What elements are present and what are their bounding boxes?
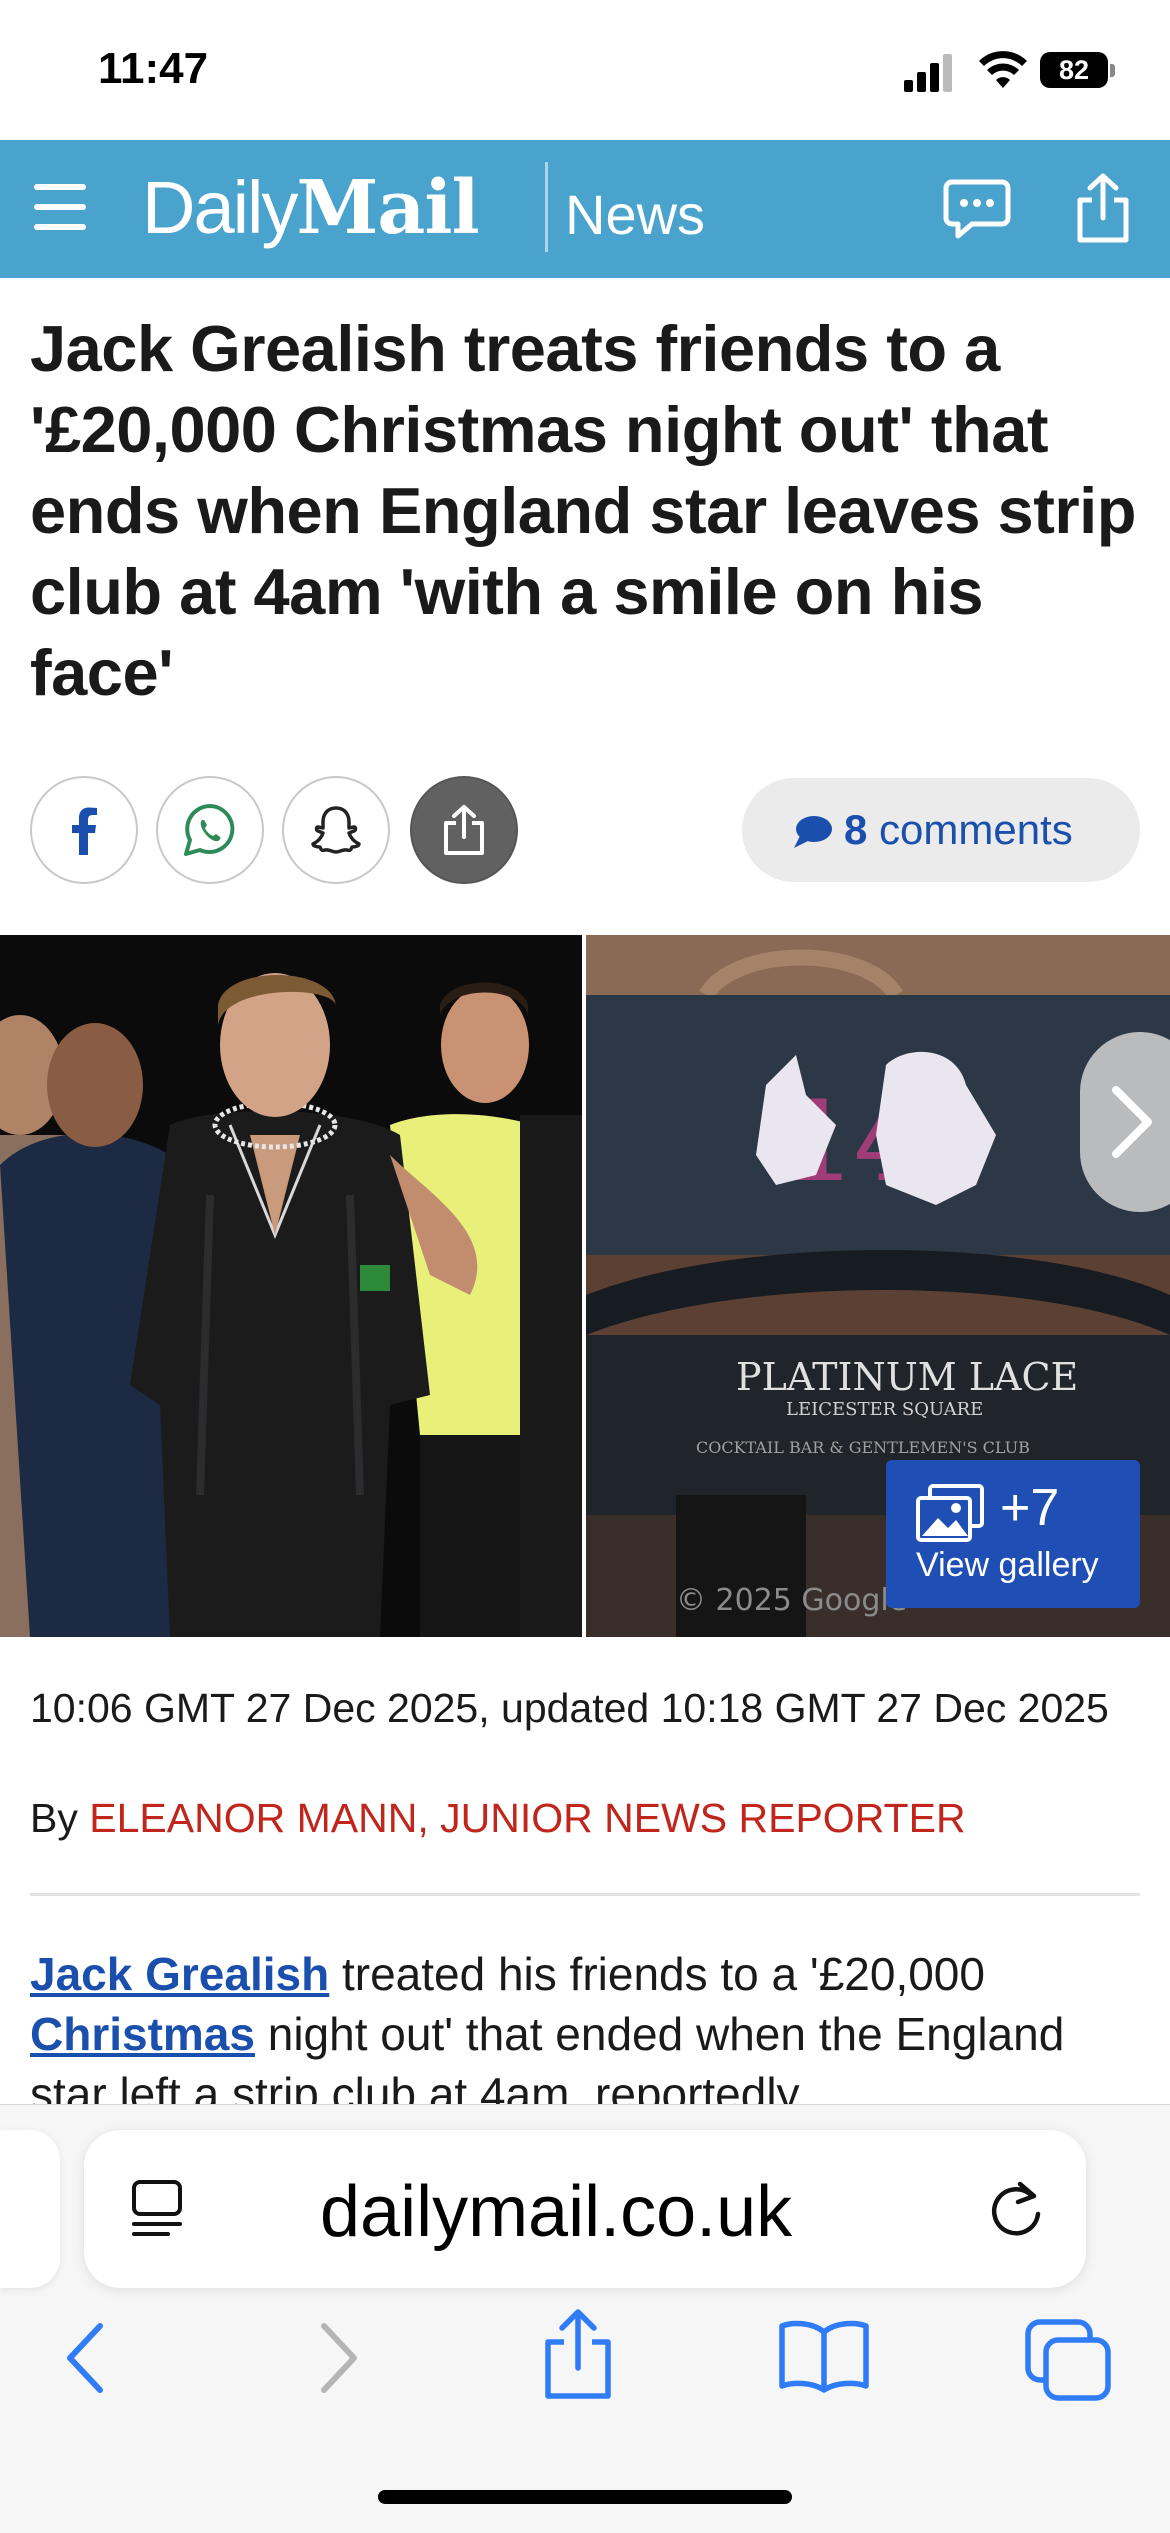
whatsapp-share-button[interactable]: [156, 776, 264, 884]
home-indicator[interactable]: [378, 2490, 792, 2504]
bookmarks-book-icon[interactable]: [776, 2318, 872, 2394]
gallery-label: View gallery: [916, 1546, 1099, 1584]
gallery-next-button[interactable]: [1080, 1032, 1170, 1212]
facebook-icon: [72, 807, 97, 855]
forward-arrow-icon[interactable]: [314, 2318, 362, 2398]
share-icon[interactable]: [540, 2306, 616, 2402]
url-text[interactable]: dailymail.co.uk: [320, 2170, 792, 2254]
divider-rule: [30, 1893, 1140, 1896]
comments-count[interactable]: 8 comments: [844, 802, 1073, 858]
google-watermark: © 2025 Google: [676, 1583, 907, 1618]
cellular-signal-icon: [904, 52, 956, 92]
battery-tip: [1110, 64, 1115, 77]
back-arrow-icon[interactable]: [62, 2318, 110, 2398]
link-christmas[interactable]: Christmas: [30, 2008, 255, 2060]
author-name[interactable]: ELEANOR MANN, JUNIOR NEWS REPORTER: [89, 1795, 965, 1841]
speech-bubble-icon: [794, 816, 832, 848]
sign-club-location: LEICESTER SQUARE: [786, 1399, 983, 1420]
facebook-share-button[interactable]: [30, 776, 138, 884]
link-jack-grealish[interactable]: Jack Grealish: [30, 1948, 329, 2000]
hamburger-menu-icon[interactable]: [32, 178, 90, 236]
gallery-count: +7: [1000, 1479, 1060, 1537]
body-text-1: treated his friends to a '£20,000: [329, 1948, 985, 2000]
sign-club-name: PLATINUM LACE: [736, 1355, 1078, 1399]
byline-prefix: By: [30, 1795, 78, 1841]
photo-grealish-night: [0, 935, 582, 1637]
native-share-button[interactable]: [410, 776, 518, 884]
wifi-icon: [979, 51, 1027, 88]
tabs-icon[interactable]: [1024, 2318, 1114, 2404]
chevron-right-icon: [1112, 1086, 1152, 1158]
section-name[interactable]: News: [565, 180, 705, 250]
article-headline: Jack Grealish treats friends to a '£20,0…: [30, 312, 1136, 709]
logo-mail-text: Mail: [296, 165, 479, 251]
snapchat-ghost-icon: [311, 806, 361, 854]
previous-tab-preview[interactable]: [0, 2130, 60, 2288]
whatsapp-icon: [184, 804, 235, 856]
battery-icon: 82: [1040, 52, 1108, 88]
reload-icon[interactable]: [986, 2178, 1046, 2240]
header-divider: [545, 162, 548, 252]
status-time: 11:47: [98, 44, 209, 93]
page-menu-icon[interactable]: [128, 2178, 188, 2240]
comments-label: comments: [879, 806, 1073, 853]
sign-club-tagline: COCKTAIL BAR & GENTLEMEN'S CLUB: [696, 1438, 1030, 1457]
article-byline: By ELEANOR MANN, JUNIOR NEWS REPORTER: [30, 1792, 966, 1844]
article-dateline: 10:06 GMT 27 Dec 2025, updated 10:18 GMT…: [30, 1685, 1109, 1731]
comment-bubble-icon[interactable]: [942, 176, 1012, 242]
share-icon: [444, 805, 484, 855]
article-body-paragraph: Jack Grealish treated his friends to a '…: [30, 1944, 1140, 2124]
gallery-images-icon: [916, 1484, 984, 1542]
snapchat-share-button[interactable]: [282, 776, 390, 884]
share-icon[interactable]: [1070, 172, 1136, 244]
comments-number: 8: [844, 806, 868, 853]
daily-mail-logo[interactable]: DailyMail: [142, 160, 480, 256]
logo-daily-text: Daily: [142, 166, 298, 249]
article-photo-grealish[interactable]: [0, 935, 582, 1637]
